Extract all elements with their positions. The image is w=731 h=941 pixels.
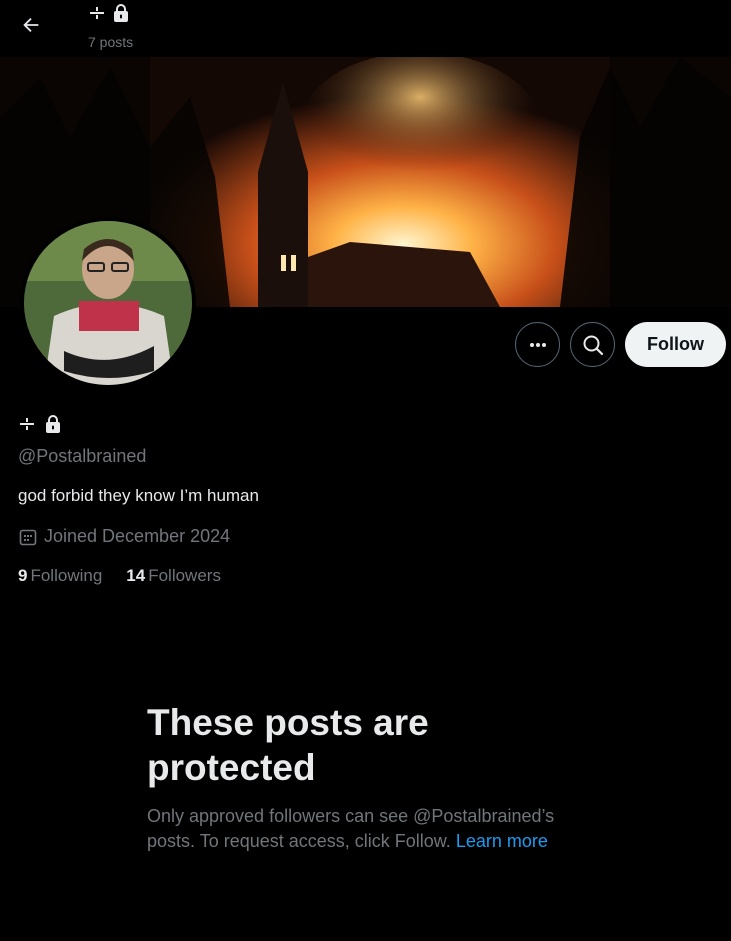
follow-stats: 9 Following 14 Followers bbox=[18, 566, 221, 586]
avatar[interactable] bbox=[20, 217, 196, 389]
back-button[interactable] bbox=[12, 6, 50, 44]
protected-notice: These posts are protected Only approved … bbox=[147, 700, 607, 854]
following-count: 9 bbox=[18, 566, 28, 585]
post-count: 7 posts bbox=[88, 34, 134, 50]
followers-link[interactable]: 14 Followers bbox=[126, 566, 221, 586]
header-display-name bbox=[88, 3, 130, 23]
top-bar: 7 posts bbox=[0, 0, 731, 57]
search-icon bbox=[583, 335, 603, 355]
joined-text: Joined December 2024 bbox=[44, 526, 231, 546]
protected-body: Only approved followers can see @Postalb… bbox=[147, 804, 607, 854]
following-label: Following bbox=[30, 566, 103, 585]
protected-title: These posts are protected bbox=[147, 702, 429, 788]
followers-label: Followers bbox=[148, 566, 221, 585]
profile-bio: god forbid they know I’m human bbox=[18, 486, 259, 505]
crosshair-symbol-icon bbox=[20, 418, 34, 430]
followers-count: 14 bbox=[126, 566, 146, 585]
profile-page: 7 posts Follow @Postalbrained god forbid… bbox=[0, 0, 731, 941]
username-handle: @Postalbrained bbox=[18, 446, 147, 466]
display-name bbox=[18, 414, 62, 434]
lock-icon bbox=[114, 4, 128, 22]
joined-date: Joined December 2024 bbox=[18, 526, 230, 547]
learn-more-link[interactable]: Learn more bbox=[456, 831, 548, 851]
arrow-left-icon bbox=[23, 17, 39, 33]
following-link[interactable]: 9 Following bbox=[18, 566, 102, 586]
calendar-icon bbox=[19, 529, 37, 545]
search-button[interactable] bbox=[570, 322, 615, 367]
more-options-button[interactable] bbox=[515, 322, 560, 367]
crosshair-symbol-icon bbox=[90, 7, 104, 19]
more-horizontal-icon bbox=[529, 342, 546, 347]
lock-icon bbox=[46, 415, 60, 433]
follow-button[interactable]: Follow bbox=[625, 322, 726, 367]
